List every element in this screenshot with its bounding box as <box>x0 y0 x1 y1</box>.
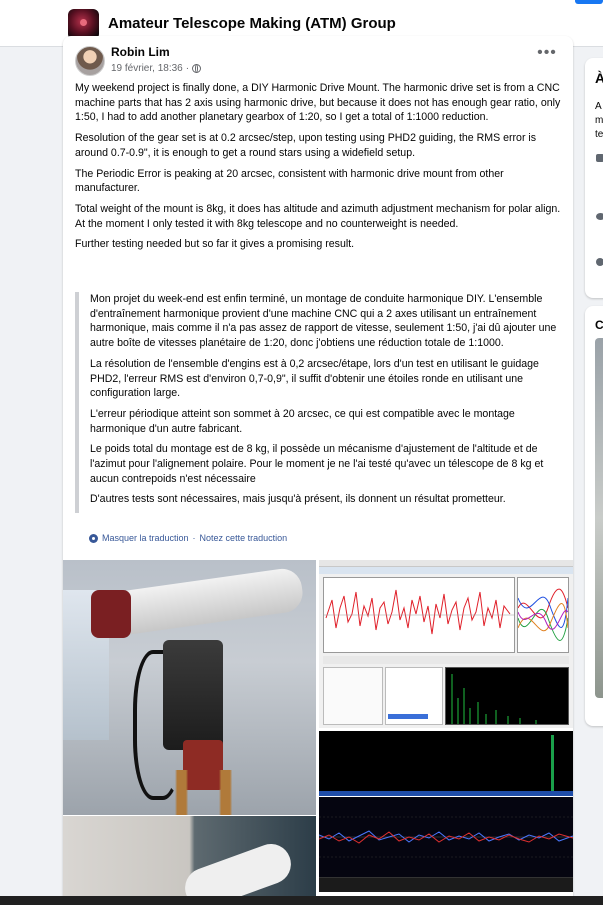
post-body: My weekend project is finally done, a DI… <box>75 81 565 258</box>
translation-paragraph: L'erreur périodique atteint son sommet à… <box>90 407 515 435</box>
translation-paragraph: La résolution de l'ensemble d'engins est… <box>90 357 539 400</box>
rate-translation-link[interactable]: Notez cette traduction <box>200 533 288 543</box>
pec-curves-svg <box>518 588 568 641</box>
photo-guide-marker <box>551 735 554 793</box>
post-meta: 19 février, 18:36 · <box>111 63 202 74</box>
photo-pec-software[interactable] <box>319 560 573 728</box>
link-separator: · <box>192 533 196 543</box>
post-author[interactable]: Robin Lim <box>111 45 170 59</box>
avatar[interactable] <box>75 46 105 76</box>
phd2-traces <box>319 816 573 858</box>
translation-paragraph: Le poids total du montage est de 8 kg, i… <box>90 443 544 485</box>
lock-icon <box>596 154 603 162</box>
photo-selected-row <box>388 714 428 719</box>
sidebar-media-card: C <box>585 306 603 726</box>
os-taskbar <box>0 896 603 905</box>
eye-icon <box>596 213 603 220</box>
photo-phd2-toolbar <box>319 877 573 892</box>
globe-icon <box>192 64 202 73</box>
fft-bars <box>451 674 537 724</box>
sidebar-about-card: À A m te <box>585 58 603 298</box>
gear-icon <box>89 533 98 543</box>
post-paragraph: My weekend project is finally done, a DI… <box>75 82 561 124</box>
sidebar-about-title: À <box>595 70 603 86</box>
post-paragraph: Total weight of the mount is 8kg, it doe… <box>75 202 561 230</box>
photo-phd2-graph[interactable] <box>319 797 573 892</box>
sidebar-about-text: A m te <box>595 101 603 140</box>
translation-paragraph: Mon projet du week-end est enfin terminé… <box>90 293 557 350</box>
post-card: Robin Lim 19 février, 18:36 · ••• My wee… <box>63 36 573 905</box>
photo-telescope-tube <box>100 566 306 638</box>
photo-harmonics-list <box>385 667 443 725</box>
translation-paragraph: D'autres tests sont nécessaires, mais ju… <box>90 493 506 506</box>
post-paragraph: Resolution of the gear set is at 0.2 arc… <box>75 132 537 159</box>
photo-statistics-panel <box>323 667 383 725</box>
photo-fft-spectrum <box>445 667 569 725</box>
photo-controls-row <box>323 656 569 664</box>
photo-telescope-outdoor[interactable] <box>63 816 316 905</box>
photo-guiding-graph[interactable] <box>319 731 573 796</box>
sidebar-media-title: C <box>595 318 603 332</box>
photo-pec-curves <box>517 577 569 653</box>
photo-menubar <box>319 560 573 567</box>
photo-tripod <box>153 770 263 815</box>
meta-separator: · <box>185 63 190 74</box>
photo-telescope-tube-2 <box>179 838 297 905</box>
translation-links: Masquer la traduction · Notez cette trad… <box>89 533 287 543</box>
post-paragraph: Further testing needed but so far it giv… <box>75 238 355 251</box>
more-options-button[interactable]: ••• <box>533 45 561 66</box>
photo-tabs <box>319 567 573 574</box>
photo-guide-bar <box>319 791 573 796</box>
photo-mount[interactable] <box>63 560 316 815</box>
photo-periodic-error-graph <box>323 577 515 653</box>
post-paragraph: The Periodic Error is peaking at 20 arcs… <box>75 167 504 195</box>
active-tab-indicator <box>575 0 603 4</box>
hide-translation-link[interactable]: Masquer la traduction <box>102 533 189 543</box>
sidebar-media-image[interactable] <box>595 338 603 698</box>
post-timestamp[interactable]: 19 février, 18:36 <box>111 63 183 74</box>
periodic-error-trace <box>324 589 514 635</box>
photo-camera <box>91 590 131 638</box>
photo-harmonic-drive <box>163 640 223 750</box>
translation-block: Mon projet du week-end est enfin terminé… <box>75 292 563 514</box>
members-icon <box>596 258 603 266</box>
group-title[interactable]: Amateur Telescope Making (ATM) Group <box>108 15 396 32</box>
